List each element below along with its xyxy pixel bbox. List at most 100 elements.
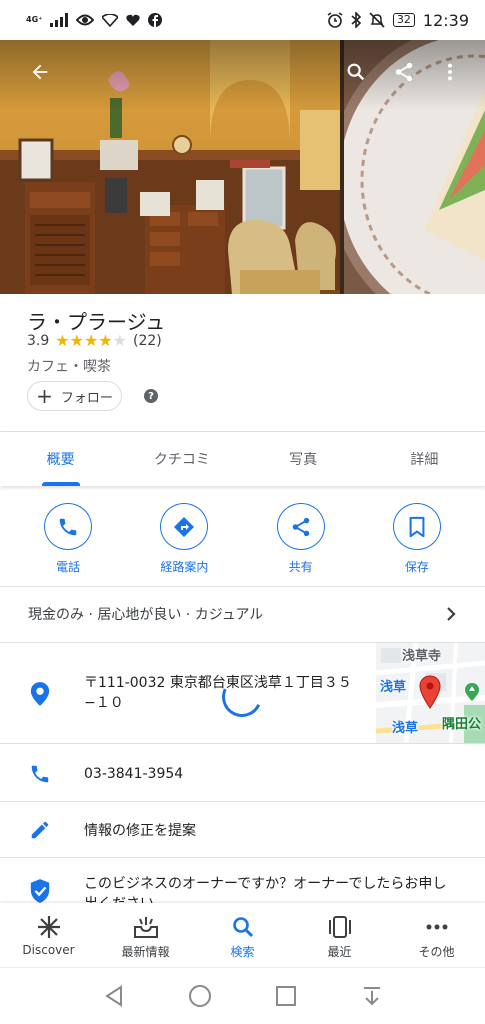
- tab-bar: 概要 クチコミ 写真 詳細: [0, 432, 485, 486]
- triangle-back-icon: [104, 985, 122, 1007]
- map-label-sumida: 隅田公: [442, 717, 482, 732]
- rating-row[interactable]: 3.9 ★ ★ ★ ★ ★ (22): [27, 333, 162, 350]
- phone-number: 03-3841-3954: [84, 766, 184, 782]
- directions-icon: [174, 516, 195, 537]
- suggest-edit-label: 情報の修正を提案: [84, 823, 196, 839]
- nav-recent[interactable]: 最近: [291, 903, 388, 967]
- follow-button[interactable]: + フォロー: [27, 381, 122, 411]
- attributes-row[interactable]: 現金のみ · 居心地が良い · カジュアル: [0, 588, 485, 640]
- bottom-navigation: Discover 最新情報 検索 最近 その他: [0, 903, 485, 967]
- save-button[interactable]: 保存: [372, 503, 462, 575]
- map-pin-icon: [419, 675, 441, 709]
- heart-icon: [126, 14, 141, 26]
- discover-icon: [37, 916, 60, 938]
- status-right: 32 12:39: [327, 11, 469, 30]
- search-icon: [232, 917, 253, 938]
- address-row[interactable]: 〒111-0032 東京都台東区浅草１丁目３５−１０ 浅草寺 浅草 浅草 隅田公: [0, 643, 485, 743]
- call-label: 電話: [56, 560, 81, 574]
- circle-home-icon: [188, 985, 211, 1007]
- divider: [0, 586, 485, 587]
- plus-icon: +: [36, 384, 53, 408]
- rating-stars: ★ ★ ★ ★ ★: [55, 333, 127, 349]
- nav-discover[interactable]: Discover: [0, 903, 97, 967]
- bookmark-icon: [409, 516, 425, 537]
- park-icon: [465, 683, 479, 701]
- directions-button[interactable]: 経路案内: [139, 503, 229, 575]
- share-action-button[interactable]: 共有: [256, 503, 346, 575]
- call-button[interactable]: 電話: [23, 503, 113, 575]
- nav-recent-label: 最近: [327, 945, 352, 959]
- star-filled-icon: ★: [98, 331, 113, 350]
- nav-search[interactable]: 検索: [194, 903, 291, 967]
- overflow-menu-button[interactable]: [432, 54, 468, 90]
- nav-discover-label: Discover: [22, 943, 75, 957]
- phone-icon: [59, 518, 77, 535]
- suggest-edit-row[interactable]: 情報の修正を提案: [0, 802, 485, 858]
- updates-icon: [133, 917, 158, 938]
- share-icon: [292, 517, 309, 536]
- tab-reviews[interactable]: クチコミ: [121, 432, 242, 486]
- wifi-icon: [102, 13, 119, 27]
- alarm-icon: [327, 12, 343, 28]
- system-notification-button[interactable]: [360, 984, 384, 1008]
- map-label-asakusa-station: 浅草: [392, 721, 419, 736]
- back-button[interactable]: [22, 54, 58, 90]
- call-button-circle: [44, 503, 93, 550]
- phone-row[interactable]: 03-3841-3954: [0, 746, 485, 802]
- system-recents-button[interactable]: [274, 984, 298, 1008]
- action-buttons: 電話 経路案内 共有 保存: [0, 503, 485, 575]
- help-icon[interactable]: ?: [144, 389, 158, 403]
- square-recents-icon: [275, 986, 296, 1006]
- system-home-button[interactable]: [188, 984, 212, 1008]
- search-button[interactable]: [338, 54, 374, 90]
- nav-more-label: その他: [418, 945, 455, 959]
- system-back-button[interactable]: [102, 984, 126, 1008]
- map-label-sensoji: 浅草寺: [402, 649, 442, 664]
- photo-header[interactable]: [0, 40, 485, 294]
- attributes-text: 現金のみ · 居心地が良い · カジュアル: [28, 607, 264, 623]
- more-icon: [426, 924, 447, 930]
- divider: [0, 743, 485, 744]
- clock: 12:39: [422, 10, 469, 30]
- directions-button-circle: [160, 503, 209, 550]
- location-pin-icon: [30, 682, 50, 706]
- tab-photos[interactable]: 写真: [243, 432, 364, 486]
- review-count: (22): [132, 333, 162, 349]
- tab-overview[interactable]: 概要: [0, 432, 121, 486]
- search-icon: [347, 63, 365, 81]
- status-left: 4G⁺: [26, 13, 163, 27]
- owner-claim-text: このビジネスのオーナーですか？オーナーでしたらお申し出ください。: [84, 876, 447, 903]
- share-icon: [395, 62, 413, 82]
- eye-icon: [76, 14, 95, 26]
- tab-details[interactable]: 詳細: [364, 432, 485, 486]
- rating-value: 3.9: [27, 333, 50, 349]
- star-filled-icon: ★: [55, 331, 70, 350]
- network-indicator: 4G⁺: [26, 15, 43, 24]
- nav-more[interactable]: その他: [388, 903, 485, 967]
- phone-icon: [31, 765, 49, 783]
- save-button-circle: [392, 503, 441, 550]
- nav-updates[interactable]: 最新情報: [97, 903, 194, 967]
- save-label: 保存: [404, 560, 429, 574]
- arrow-back-icon: [32, 64, 48, 80]
- nav-search-label: 検索: [230, 945, 255, 959]
- battery-indicator: 32: [392, 13, 415, 27]
- bluetooth-icon: [351, 12, 361, 28]
- category-label: カフェ・喫茶: [27, 359, 111, 375]
- system-navigation: [0, 967, 485, 1024]
- mute-bell-icon: [369, 12, 385, 28]
- share-button-circle: [276, 503, 325, 550]
- star-filled-icon: ★: [69, 331, 84, 350]
- owner-claim-row[interactable]: このビジネスのオーナーですか？オーナーでしたらお申し出ください。: [0, 858, 485, 903]
- recent-icon: [328, 916, 351, 938]
- star-empty-icon: ★: [112, 331, 127, 350]
- nav-updates-label: 最新情報: [121, 945, 170, 959]
- pull-down-icon: [363, 987, 380, 1006]
- chevron-right-icon: [447, 607, 456, 621]
- share-button[interactable]: [386, 54, 422, 90]
- verified-shield-icon: [30, 879, 50, 903]
- follow-label: フォロー: [60, 390, 113, 406]
- mini-map[interactable]: 浅草寺 浅草 浅草 隅田公: [376, 643, 485, 743]
- share-label: 共有: [288, 560, 313, 574]
- edit-pencil-icon: [31, 821, 49, 839]
